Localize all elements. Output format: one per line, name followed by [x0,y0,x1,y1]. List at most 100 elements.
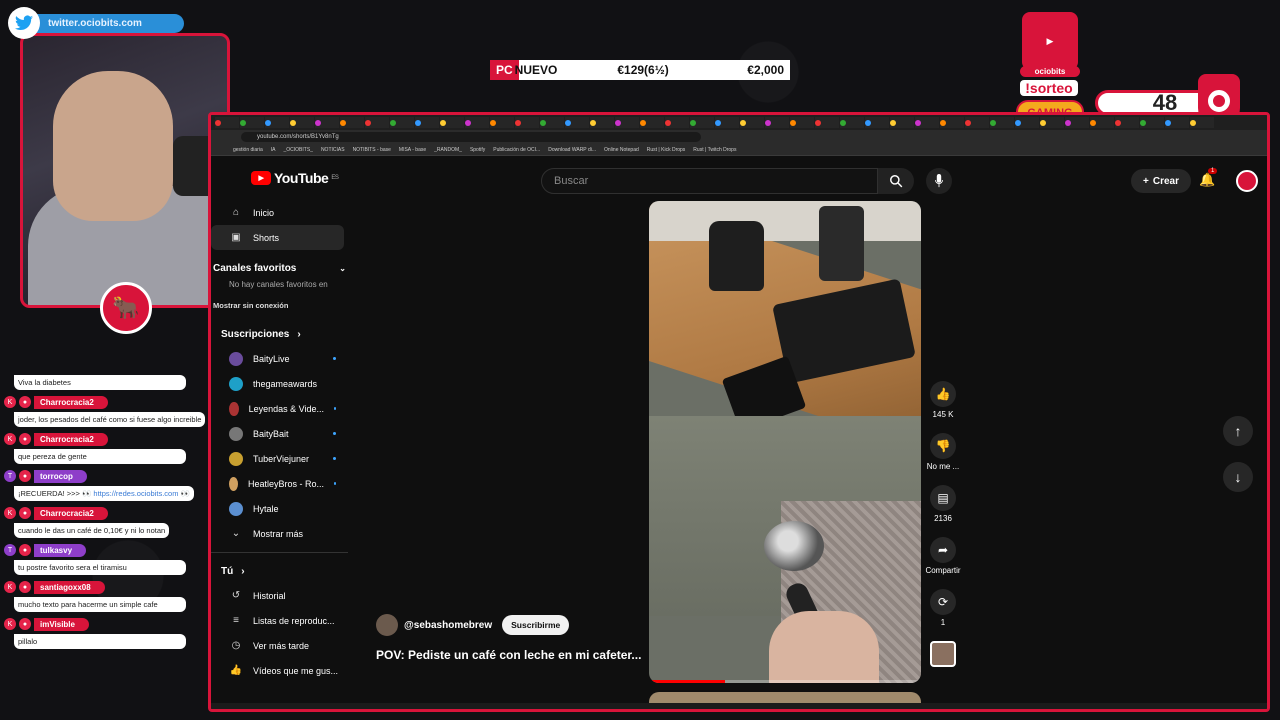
sidebar-item-subscription[interactable]: Leyendas & Vide... [211,396,356,421]
browser-tab[interactable] [490,117,514,128]
browser-tab[interactable] [915,117,939,128]
you-header[interactable]: Tú › [211,559,356,583]
browser-tab[interactable] [740,117,764,128]
short-title[interactable]: POV: Pediste un café con leche en mi caf… [376,648,676,662]
bookmark-item[interactable]: _OCIOBITS_ [283,147,312,153]
like-button[interactable]: 👍 145 K [923,381,963,419]
browser-tab[interactable] [840,117,864,128]
browser-tab[interactable] [1040,117,1064,128]
browser-tab[interactable] [1065,117,1089,128]
dislike-button[interactable]: 👎 No me ... [923,433,963,471]
sidebar-item-home[interactable]: ⌂ Inicio [211,200,356,225]
search-button[interactable] [878,168,914,194]
bookmark-item[interactable]: IA [271,147,276,153]
chat-username: Charrocracia2 [34,395,108,409]
browser-tab[interactable] [1165,117,1189,128]
browser-tab[interactable] [1015,117,1039,128]
browser-tab[interactable] [315,117,339,128]
sidebar-item-subscription[interactable]: BaityBait [211,421,356,446]
browser-tab[interactable] [465,117,489,128]
browser-tab[interactable] [290,117,314,128]
plus-icon: + [1143,175,1149,187]
browser-tab[interactable] [215,117,239,128]
browser-tab[interactable] [790,117,814,128]
browser-tab[interactable] [615,117,639,128]
browser-tab[interactable] [1140,117,1164,128]
notifications-button[interactable]: 🔔 1 [1199,168,1218,188]
sidebar-item-liked[interactable]: 👍 Vídeos que me gus... [211,658,356,683]
browser-tab[interactable] [340,117,364,128]
sidebar-item-subscription[interactable]: TuberViejuner [211,446,356,471]
browser-tab[interactable] [865,117,889,128]
subscriptions-header[interactable]: Suscripciones › [211,322,356,346]
address-bar[interactable]: youtube.com/shorts/B1Yv8nTg [211,130,1267,144]
sidebar-item-subscription[interactable]: Hytale [211,496,356,521]
bookmark-item[interactable]: Rust | Twitch Drops [693,147,736,153]
short-video-player[interactable] [649,201,921,683]
sidebar-item-subscription[interactable]: HeatleyBros - Ro... [211,471,356,496]
sidebar-item-playlists[interactable]: ≡ Listas de reproduc... [211,608,356,633]
browser-tab[interactable] [540,117,564,128]
voice-search-button[interactable] [926,168,952,194]
tab-favicon-icon [590,119,596,126]
sidebar-item-subscription[interactable]: thegameawards [211,371,356,396]
browser-tab[interactable] [415,117,439,128]
browser-tab[interactable] [965,117,989,128]
browser-tab[interactable] [590,117,614,128]
browser-tab[interactable] [365,117,389,128]
youtube-logo[interactable]: ▶ YouTube ES [251,170,339,186]
previous-short-button[interactable]: ↑ [1223,416,1253,446]
remix-button[interactable]: ⟳ 1 [923,589,963,627]
favorites-header[interactable]: Canales favoritos ⌄ [211,256,356,280]
channel-name[interactable]: @sebashomebrew [404,620,492,631]
browser-tab[interactable] [815,117,839,128]
bookmark-item[interactable]: _RANDOM_ [434,147,462,153]
browser-tab[interactable] [690,117,714,128]
browser-tab[interactable] [715,117,739,128]
video-progress[interactable] [649,680,921,683]
bookmark-item[interactable]: Spotify [470,147,485,153]
browser-tab[interactable] [890,117,914,128]
browser-tab[interactable] [515,117,539,128]
thumbs-up-icon: 👍 [930,381,956,407]
browser-tab[interactable] [640,117,664,128]
subscribe-button[interactable]: Suscribirme [502,615,570,635]
channel-avatar[interactable] [376,614,398,636]
browser-tab[interactable] [240,117,264,128]
sidebar-item-watch-later[interactable]: ◷ Ver más tarde [211,633,356,658]
browser-tab[interactable] [1190,117,1214,128]
browser-tab[interactable] [1090,117,1114,128]
comments-button[interactable]: ▤ 2136 [923,485,963,523]
browser-tab[interactable] [665,117,689,128]
sidebar-item-shorts[interactable]: ▣ Shorts [211,225,344,250]
next-short-button[interactable]: ↓ [1223,462,1253,492]
next-short-preview[interactable] [649,692,921,709]
share-button[interactable]: ➦ Compartir [923,537,963,575]
browser-tab[interactable] [440,117,464,128]
browser-tab[interactable] [990,117,1014,128]
browser-tab[interactable] [565,117,589,128]
sound-thumbnail[interactable] [930,641,956,667]
bookmark-item[interactable]: Publicación de OCI... [493,147,540,153]
create-button[interactable]: + Crear [1131,169,1191,193]
search-input[interactable]: Buscar [541,168,878,194]
sidebar-item-subscription[interactable]: BaityLive [211,346,356,371]
browser-tab[interactable] [765,117,789,128]
bookmark-item[interactable]: gestión diaria [233,147,263,153]
offline-label[interactable]: Mostrar sin conexión [211,294,356,316]
bookmark-item[interactable]: Download WARP di... [548,147,596,153]
account-avatar[interactable] [1236,170,1258,192]
show-more-button[interactable]: ⌄ Mostrar más [211,521,356,546]
browser-tab[interactable] [1115,117,1139,128]
bookmark-item[interactable]: NOTIBITS - base [353,147,391,153]
chat-link[interactable]: https://redes.ociobits.com 👀 [93,489,189,498]
bookmark-item[interactable]: NOTICIAS [321,147,345,153]
url-text[interactable]: youtube.com/shorts/B1Yv8nTg [241,132,701,142]
sidebar-item-history[interactable]: ↺ Historial [211,583,356,608]
bookmark-item[interactable]: Rust | Kick Drops [647,147,686,153]
bookmark-item[interactable]: MISA - base [399,147,426,153]
browser-tab[interactable] [265,117,289,128]
browser-tab[interactable] [940,117,964,128]
browser-tab[interactable] [390,117,414,128]
bookmark-item[interactable]: Online Notepad [604,147,639,153]
